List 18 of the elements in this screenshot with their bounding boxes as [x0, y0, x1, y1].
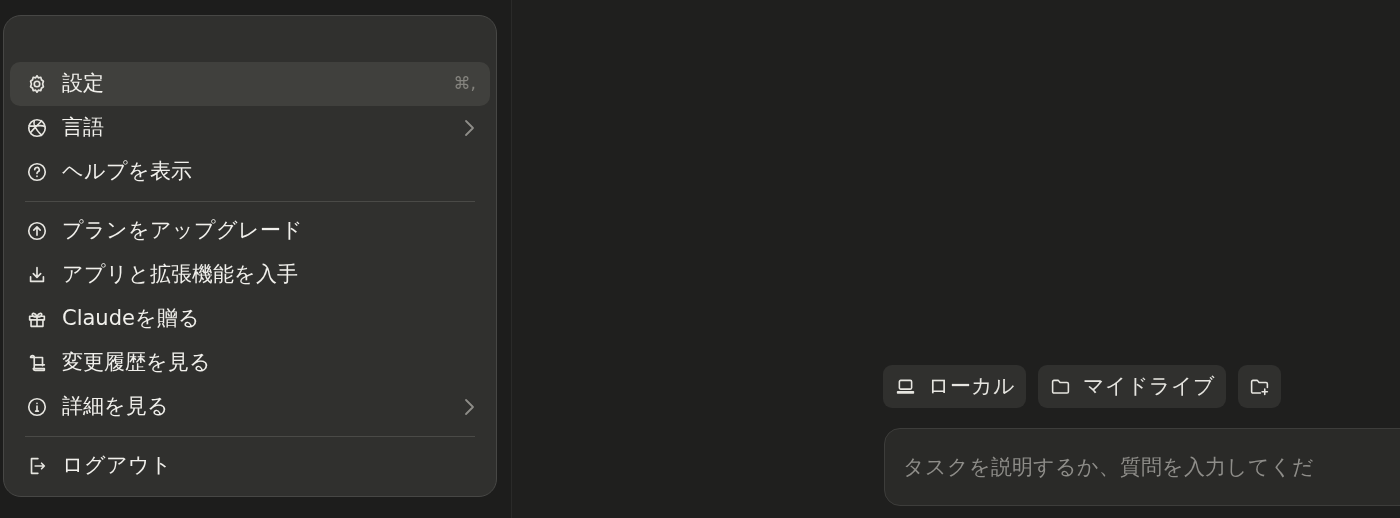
prompt-field[interactable]: タスクを説明するか、質問を入力してくだ	[884, 428, 1400, 506]
help-icon	[26, 161, 48, 183]
location-button[interactable]: マイドライブ	[1038, 365, 1226, 408]
add-folder-button[interactable]	[1238, 365, 1281, 408]
menu-item[interactable]: 言語	[10, 106, 490, 150]
info-icon	[26, 396, 48, 418]
menu-item[interactable]: Claudeを贈る	[10, 297, 490, 341]
globe-icon	[26, 117, 48, 139]
location-button[interactable]: ローカル	[883, 365, 1026, 408]
shortcut-label: ⌘,	[453, 72, 476, 96]
menu-item[interactable]: アプリと拡張機能を入手	[10, 253, 490, 297]
menu-item[interactable]: 設定 ⌘,	[10, 62, 490, 106]
menu-item[interactable]: ログアウト	[10, 444, 490, 488]
menu-item[interactable]: 変更履歴を見る	[10, 341, 490, 385]
menu-item[interactable]: 詳細を見る	[10, 385, 490, 429]
upgrade-icon	[26, 220, 48, 242]
menu-item[interactable]: ヘルプを表示	[10, 150, 490, 194]
menu-item[interactable]: プランをアップグレード	[10, 209, 490, 253]
